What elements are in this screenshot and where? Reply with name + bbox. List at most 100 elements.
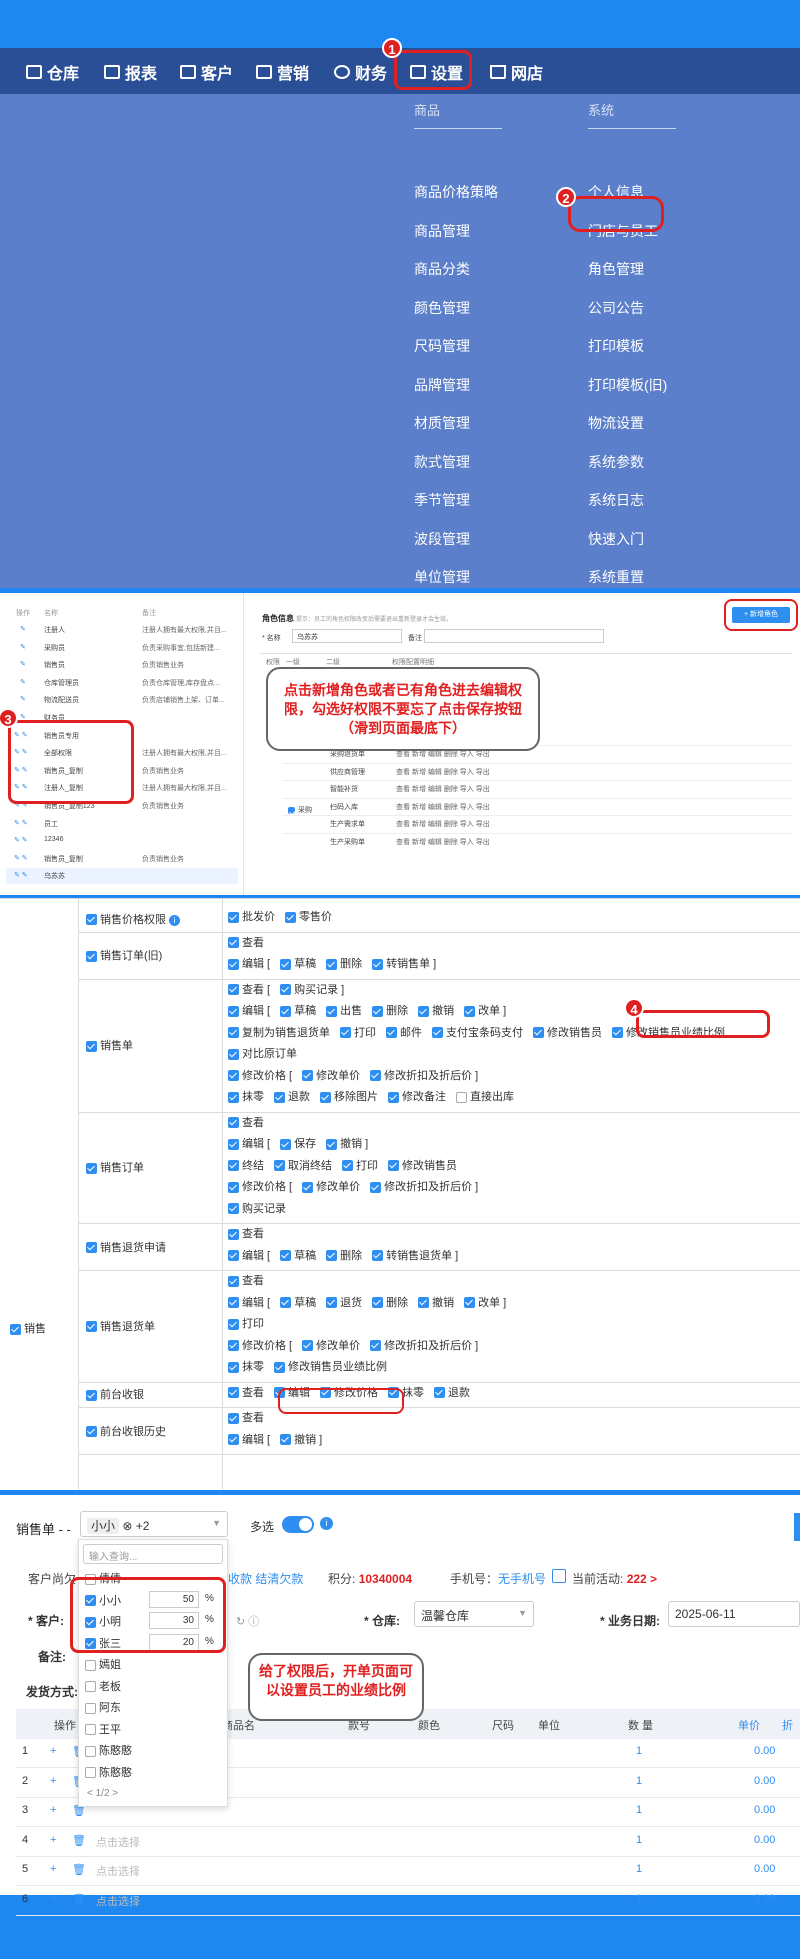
checkbox[interactable] (228, 911, 239, 923)
perm-group[interactable]: 销售退货单 (86, 1318, 155, 1334)
menu-item[interactable]: 商品管理 (414, 221, 470, 241)
checkbox[interactable] (326, 958, 338, 970)
checkbox[interactable] (326, 1138, 338, 1150)
checkbox[interactable] (228, 1138, 239, 1150)
checkbox[interactable] (612, 1027, 623, 1039)
checkbox[interactable] (228, 1387, 239, 1399)
perm-item[interactable]: 修改折扣及折后价 ] (370, 1340, 478, 1352)
perm-item[interactable]: 转销售单 ] (372, 958, 436, 970)
salesperson-select[interactable]: 小小 ⊗ +2 ▼ (80, 1511, 228, 1537)
menu-item[interactable]: 物流设置 (588, 413, 644, 433)
checkbox[interactable] (280, 1250, 292, 1262)
checkbox[interactable] (274, 1361, 285, 1373)
staff-option[interactable]: 王平 (85, 1721, 223, 1739)
info-icon[interactable]: i (169, 914, 180, 926)
checkbox[interactable] (85, 1659, 96, 1671)
nav-reports[interactable]: 报表 (104, 60, 157, 84)
checkbox[interactable] (302, 1181, 314, 1193)
collect-link[interactable]: 收款 结清欠款 (228, 1570, 303, 1587)
perm-item[interactable]: 邮件 (386, 1027, 422, 1039)
checkbox[interactable] (285, 911, 296, 923)
checkbox[interactable] (372, 1005, 384, 1017)
checkbox[interactable] (388, 1091, 399, 1103)
name-input[interactable]: 乌苏苏 (292, 629, 402, 643)
perm-item[interactable]: 抹零 (228, 1361, 264, 1373)
perm-item[interactable]: 移除图片 (320, 1091, 378, 1103)
checkbox[interactable] (434, 1387, 445, 1399)
checkbox[interactable] (280, 1297, 292, 1309)
checkbox[interactable] (302, 1340, 314, 1352)
checkbox[interactable] (228, 1412, 239, 1424)
menu-item[interactable]: 打印模板 (588, 336, 644, 356)
checkbox[interactable] (228, 984, 239, 996)
perm-item[interactable]: 撤销 (418, 1297, 454, 1309)
perm-item[interactable]: 打印 (228, 1318, 264, 1330)
menu-item[interactable]: 材质管理 (414, 413, 470, 433)
checkbox[interactable] (320, 1091, 331, 1103)
checkbox[interactable] (228, 1228, 239, 1240)
right-edge-button[interactable] (794, 1513, 800, 1541)
row-add-icon[interactable]: + (50, 1745, 56, 1757)
perm-item[interactable]: 终结 (228, 1160, 264, 1172)
checkbox[interactable] (228, 937, 239, 949)
perm-group[interactable]: 销售单 (86, 1037, 133, 1053)
table-row[interactable] (6, 851, 238, 867)
perm-item[interactable]: 删除 (372, 1297, 408, 1309)
perm-item[interactable]: 编辑 [ (228, 1250, 270, 1262)
checkbox[interactable] (86, 914, 97, 926)
checkbox[interactable] (280, 1138, 292, 1150)
info-icon[interactable]: i (320, 1517, 333, 1530)
table-row[interactable] (6, 816, 238, 832)
menu-item[interactable]: 系统重置 (588, 567, 644, 587)
perm-item[interactable]: 删除 (372, 1005, 408, 1017)
nav-finance[interactable]: 财务 (334, 60, 387, 84)
perm-item[interactable]: 退款 (274, 1091, 310, 1103)
checkbox[interactable] (228, 1340, 239, 1352)
perm-item[interactable]: 出售 (326, 1005, 362, 1017)
row-qty[interactable]: 1 (636, 1745, 642, 1757)
perm-item[interactable]: 草稿 (280, 958, 316, 970)
checkbox[interactable] (228, 1250, 239, 1262)
dropdown-search-input[interactable]: 输入查询... (83, 1544, 223, 1564)
perm-item[interactable]: 编辑 [ (228, 1297, 270, 1309)
perm-item[interactable]: 复制为销售退货单 (228, 1027, 330, 1039)
perm-item[interactable]: 零售价 (285, 911, 332, 923)
row-qty[interactable]: 1 (636, 1804, 642, 1816)
checkbox[interactable] (418, 1005, 430, 1017)
checkbox[interactable] (280, 1434, 292, 1446)
menu-item[interactable]: 商品分类 (414, 259, 470, 279)
menu-item[interactable]: 公司公告 (588, 298, 644, 318)
edit-icon[interactable]: ✎ ✎ (14, 871, 28, 879)
perm-group[interactable]: 销售退货申请 (86, 1239, 166, 1255)
row-delete-icon[interactable]: 🗑 (72, 1893, 86, 1906)
menu-item[interactable]: 商品价格策略 (414, 182, 498, 202)
perm-item[interactable]: 修改单价 (302, 1181, 360, 1193)
edit-icon[interactable]: ✎ ✎ (14, 836, 28, 844)
perm-item[interactable]: 编辑 [ (228, 958, 270, 970)
edit-icon[interactable]: ✎ (20, 660, 26, 668)
checkbox[interactable] (86, 1389, 97, 1401)
perm-item[interactable]: 抹零 (228, 1091, 264, 1103)
checkbox[interactable] (326, 1250, 338, 1262)
menu-item[interactable]: 单位管理 (414, 567, 470, 587)
perm-item[interactable]: 草稿 (280, 1297, 316, 1309)
perm-item[interactable]: 购买记录 (228, 1203, 286, 1215)
perm-item[interactable]: 退货 (326, 1297, 362, 1309)
checkbox[interactable] (274, 1091, 285, 1103)
row-add-icon[interactable]: + (50, 1775, 56, 1787)
perm-item[interactable]: 支付宝条码支付 (432, 1027, 523, 1039)
perm-item[interactable]: 查看 (228, 1228, 264, 1240)
perm-group[interactable]: 销售订单 (86, 1159, 144, 1175)
menu-item[interactable]: 系统日志 (588, 490, 644, 510)
perm-group[interactable]: 销售价格权限 i (86, 911, 180, 927)
checkbox[interactable] (456, 1091, 467, 1103)
checkbox[interactable] (228, 1318, 239, 1330)
checkbox[interactable] (370, 1181, 382, 1193)
checkbox[interactable] (326, 1005, 338, 1017)
checkbox[interactable] (228, 1027, 239, 1039)
checkbox[interactable] (342, 1160, 353, 1172)
perm-item[interactable]: 撤销 (418, 1005, 454, 1017)
menu-item[interactable]: 打印模板(旧) (588, 375, 667, 395)
perm-item[interactable]: 打印 (340, 1027, 376, 1039)
checkbox[interactable] (85, 1767, 96, 1779)
